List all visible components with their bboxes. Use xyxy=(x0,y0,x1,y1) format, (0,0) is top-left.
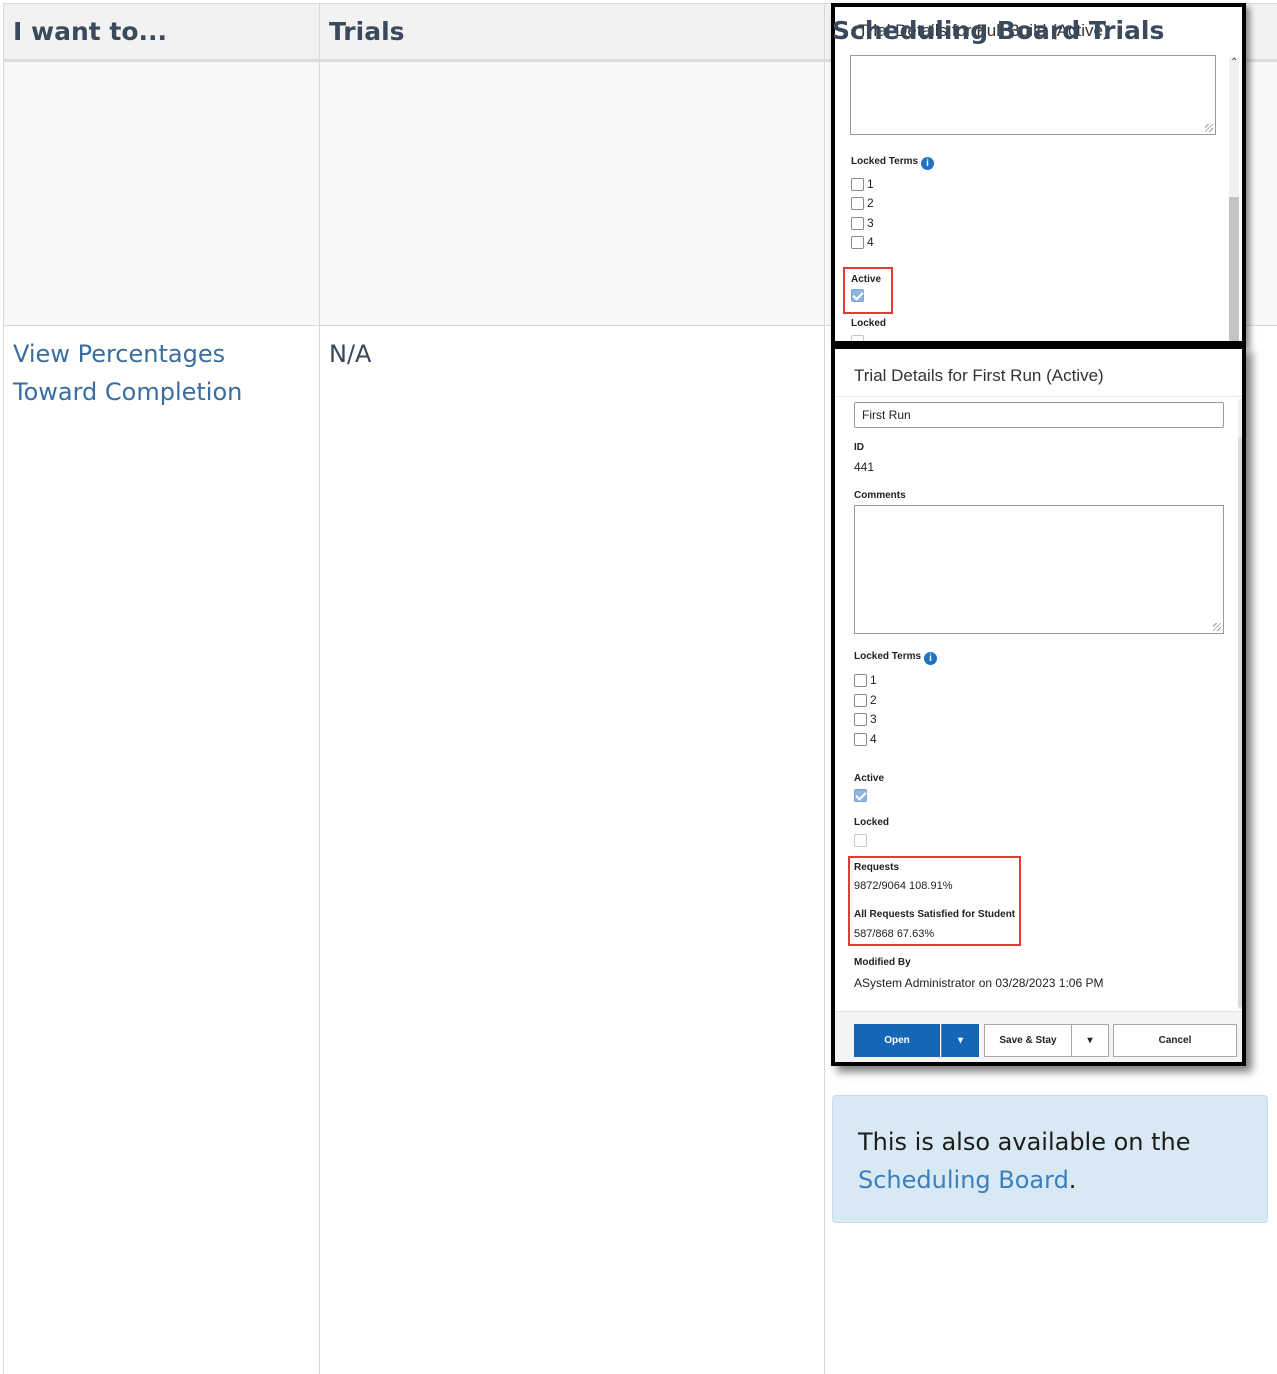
save-stay-dropdown-button[interactable]: ▾ xyxy=(1071,1024,1109,1057)
term-label: 1 xyxy=(870,673,877,687)
term-checkbox[interactable]: 1 xyxy=(854,673,877,687)
header-scheduling-board-trials: Scheduling Board Trials xyxy=(832,16,1165,45)
checkbox-icon[interactable] xyxy=(851,196,864,210)
locked-label: Locked xyxy=(851,318,887,329)
locked-label: Locked xyxy=(854,817,890,828)
highlight-box xyxy=(843,267,893,314)
locked-terms-text: Locked Terms xyxy=(851,156,919,167)
scrollbar-thumb[interactable] xyxy=(1229,197,1239,341)
open-button[interactable]: Open xyxy=(854,1024,940,1057)
locked-terms-label: Locked Terms i xyxy=(854,651,938,665)
term-checkbox[interactable]: 3 xyxy=(854,712,877,726)
locked-terms-text: Locked Terms xyxy=(854,651,922,662)
highlight-box xyxy=(848,856,1021,946)
comments-textarea[interactable] xyxy=(854,505,1224,634)
header-trials: Trials xyxy=(329,17,405,46)
trial-name-input[interactable]: First Run xyxy=(854,402,1224,428)
trials-value: N/A xyxy=(329,340,372,368)
checkbox-icon[interactable] xyxy=(854,732,867,746)
id-label: ID xyxy=(854,442,864,453)
active-label: Active xyxy=(854,773,885,784)
checkbox-icon[interactable] xyxy=(854,712,867,726)
checkbox-icon[interactable] xyxy=(851,235,864,249)
term-label: 3 xyxy=(867,216,874,230)
locked-terms-label: Locked Terms i xyxy=(851,156,935,170)
dialog-title: Trial Details for First Run (Active) xyxy=(854,366,1104,385)
cancel-button[interactable]: Cancel xyxy=(1113,1024,1237,1057)
column-divider xyxy=(824,4,825,1374)
resize-handle-icon xyxy=(1213,623,1221,631)
resize-handle-icon xyxy=(1205,124,1213,132)
task-view-percentages[interactable]: View Percentages Toward Completion xyxy=(13,335,303,411)
term-checkbox[interactable]: 4 xyxy=(851,235,874,249)
term-checkbox[interactable]: 3 xyxy=(851,216,874,230)
active-checkbox[interactable] xyxy=(854,789,870,802)
header-i-want-to: I want to... xyxy=(13,17,168,46)
term-label: 1 xyxy=(867,177,874,191)
modified-by-value: ASystem Administrator on 03/28/2023 1:06… xyxy=(854,976,1104,990)
info-icon[interactable]: i xyxy=(921,157,935,170)
term-label: 4 xyxy=(870,732,877,746)
note-box: This is also available on the Scheduling… xyxy=(832,1095,1268,1223)
term-label: 2 xyxy=(870,693,877,707)
term-label: 2 xyxy=(867,196,874,210)
checkbox-icon[interactable] xyxy=(854,834,867,847)
note-text: This is also available on the Scheduling… xyxy=(858,1123,1248,1199)
note-text-after: . xyxy=(1068,1166,1077,1194)
note-text-before: This is also available on the xyxy=(858,1128,1191,1156)
checkbox-icon[interactable] xyxy=(851,177,864,191)
screenshot-trial-details-main: Trial Details for First Run (Active) Fir… xyxy=(831,345,1246,1066)
checkbox-icon[interactable] xyxy=(854,789,867,802)
term-checkbox[interactable]: 4 xyxy=(854,732,877,746)
term-checkbox[interactable]: 1 xyxy=(851,177,874,191)
comments-label: Comments xyxy=(854,490,906,501)
term-label: 3 xyxy=(870,712,877,726)
dialog-header: Trial Details for First Run (Active) xyxy=(835,349,1242,397)
checkbox-icon[interactable] xyxy=(851,335,864,341)
term-checkbox[interactable]: 2 xyxy=(851,196,874,210)
checkbox-icon[interactable] xyxy=(854,673,867,687)
scrollbar-thumb[interactable] xyxy=(1238,437,1242,1007)
term-label: 4 xyxy=(867,235,874,249)
scheduling-board-link[interactable]: Scheduling Board xyxy=(858,1166,1069,1194)
checkbox-icon[interactable] xyxy=(854,693,867,707)
term-checkbox[interactable]: 2 xyxy=(854,693,877,707)
dropdown-caret-icon: ▾ xyxy=(1087,1035,1093,1046)
id-value: 441 xyxy=(854,460,875,474)
locked-checkbox[interactable] xyxy=(851,335,867,341)
save-stay-button[interactable]: Save & Stay xyxy=(984,1024,1072,1057)
dropdown-caret-icon: ▾ xyxy=(957,1035,964,1046)
modified-by-label: Modified By xyxy=(854,957,911,968)
comments-textarea[interactable] xyxy=(850,55,1216,135)
info-icon[interactable]: i xyxy=(924,652,938,665)
checkbox-icon[interactable] xyxy=(851,216,864,230)
locked-checkbox[interactable] xyxy=(854,834,870,847)
scroll-up-icon[interactable]: ⌃ xyxy=(1230,57,1238,68)
column-divider xyxy=(319,4,320,1374)
open-dropdown-button[interactable]: ▾ xyxy=(941,1024,979,1057)
